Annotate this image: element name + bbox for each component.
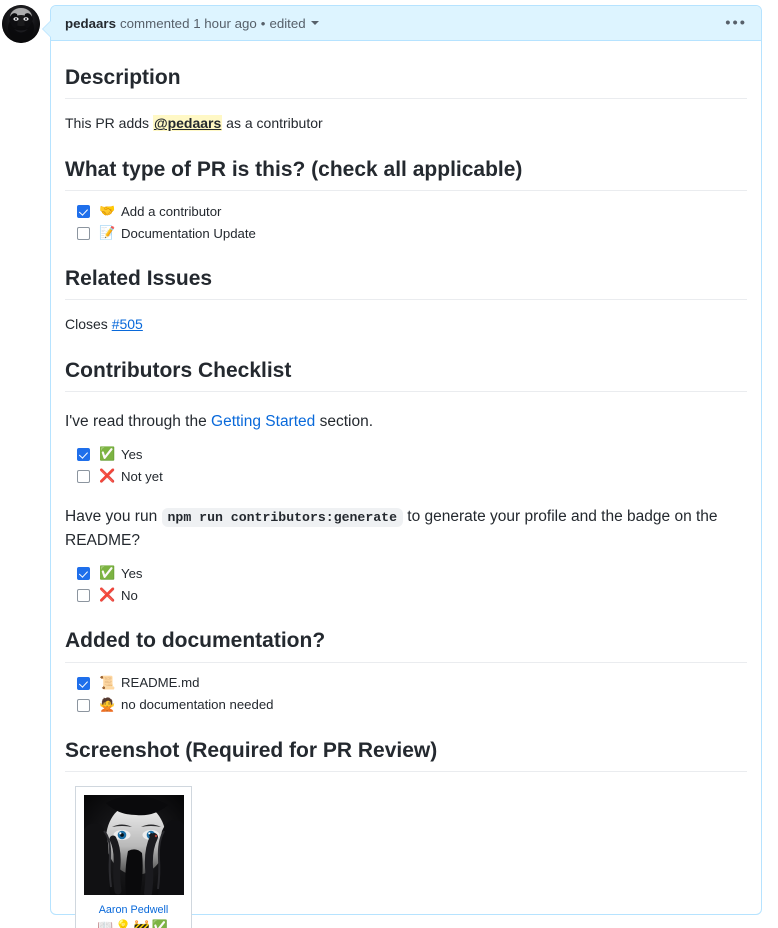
check-mark-emoji[interactable]: ✅ (152, 920, 170, 928)
person-gesturing-no-emoji: 🙅 (99, 697, 116, 713)
contributor-name-link[interactable]: Aaron Pedwell (83, 903, 184, 917)
construction-emoji[interactable]: 🚧 (134, 920, 152, 928)
getting-started-link[interactable]: Getting Started (211, 413, 315, 430)
task-checkbox[interactable] (77, 448, 90, 462)
avatar-image[interactable] (2, 5, 40, 43)
handshake-emoji: 🤝 (99, 204, 116, 220)
contributor-avatar-image[interactable] (83, 794, 184, 895)
heading-pr-type: What type of PR is this? (check all appl… (65, 157, 747, 192)
scroll-emoji: 📜 (99, 675, 116, 691)
task-checkbox[interactable] (77, 205, 90, 219)
description-text-before: This PR adds (65, 115, 153, 132)
check-mark-emoji: ✅ (99, 447, 116, 463)
task-checkbox[interactable] (77, 567, 90, 581)
related-issues-paragraph: Closes #505 (65, 314, 747, 336)
task-checkbox[interactable] (77, 676, 90, 690)
task-item: 🤝 Add a contributor (77, 201, 747, 222)
comment-body: Description This PR adds @pedaars as a c… (51, 41, 761, 928)
check-mark-emoji: ✅ (99, 566, 116, 582)
comment-action: commented (120, 15, 190, 31)
edited-label[interactable]: edited (269, 16, 305, 31)
description-text-after: as a contributor (222, 115, 323, 132)
task-label: No (121, 588, 138, 604)
q1-text-after: section. (315, 413, 374, 431)
task-label: no documentation needed (121, 697, 274, 713)
contributor-card: Aaron Pedwell 📖💡🚧✅ (75, 785, 192, 928)
task-checkbox[interactable] (77, 589, 90, 603)
task-label: Yes (121, 446, 143, 462)
task-item: 📜 README.md (77, 673, 747, 694)
task-item: 📝 Documentation Update (77, 223, 747, 244)
task-item: ✅ Yes (77, 444, 747, 465)
comment-header: pedaars commented 1 hour ago • edited ••… (51, 6, 761, 41)
documentation-tasklist: 📜 README.md 🙅 no documentation needed (65, 673, 747, 716)
cross-mark-emoji: ❌ (99, 469, 116, 485)
avatar[interactable] (2, 5, 40, 43)
issue-link[interactable]: #505 (112, 316, 143, 332)
light-bulb-emoji[interactable]: 💡 (115, 920, 133, 928)
checklist-question-2: Have you run npm run contributors:genera… (65, 505, 747, 553)
description-paragraph: This PR adds @pedaars as a contributor (65, 113, 747, 135)
comment-author[interactable]: pedaars (65, 16, 116, 31)
memo-emoji: 📝 (99, 226, 116, 242)
npm-command-code: npm run contributors:generate (161, 508, 403, 528)
comment-container: pedaars commented 1 hour ago • edited ••… (42, 5, 762, 928)
q2-text-before: Have you run (65, 508, 162, 526)
task-checkbox[interactable] (77, 227, 90, 241)
task-item: 🙅 no documentation needed (77, 695, 747, 716)
heading-related-issues: Related Issues (65, 266, 747, 301)
checklist-1-tasklist: ✅ Yes ❌ Not yet (65, 444, 747, 487)
task-checkbox[interactable] (77, 470, 90, 484)
task-label: Yes (121, 566, 143, 582)
contributor-badges: 📖💡🚧✅ (83, 920, 184, 928)
comment-menu-button[interactable]: ••• (725, 16, 747, 31)
q1-text-before: I've read through the (65, 413, 212, 431)
heading-description: Description (65, 65, 747, 100)
github-comment-page: pedaars commented 1 hour ago • edited ••… (0, 0, 778, 928)
chevron-down-icon[interactable] (310, 21, 319, 25)
heading-screenshot: Screenshot (Required for PR Review) (65, 738, 747, 772)
heading-contributors-checklist: Contributors Checklist (65, 358, 747, 393)
checklist-2-tasklist: ✅ Yes ❌ No (65, 563, 747, 606)
task-item: ✅ Yes (77, 563, 747, 584)
closes-label: Closes (65, 316, 112, 333)
task-label: Not yet (121, 468, 163, 484)
book-emoji[interactable]: 📖 (97, 920, 115, 928)
pr-type-tasklist: 🤝 Add a contributor 📝 Documentation Upda… (65, 201, 747, 244)
screenshot-area: Aaron Pedwell 📖💡🚧✅ (65, 785, 747, 928)
task-label: Documentation Update (121, 225, 256, 241)
task-item: ❌ Not yet (77, 466, 747, 487)
task-label: README.md (121, 675, 200, 691)
checklist-question-1: I've read through the Getting Started se… (65, 410, 747, 434)
heading-added-to-documentation: Added to documentation? (65, 628, 747, 663)
task-label: Add a contributor (121, 203, 222, 219)
meta-separator: • (260, 15, 266, 31)
comment-timestamp[interactable]: 1 hour ago (193, 16, 257, 31)
task-checkbox[interactable] (77, 698, 90, 712)
cross-mark-emoji: ❌ (99, 588, 116, 604)
task-item: ❌ No (77, 585, 747, 606)
user-mention[interactable]: @pedaars (152, 115, 223, 132)
